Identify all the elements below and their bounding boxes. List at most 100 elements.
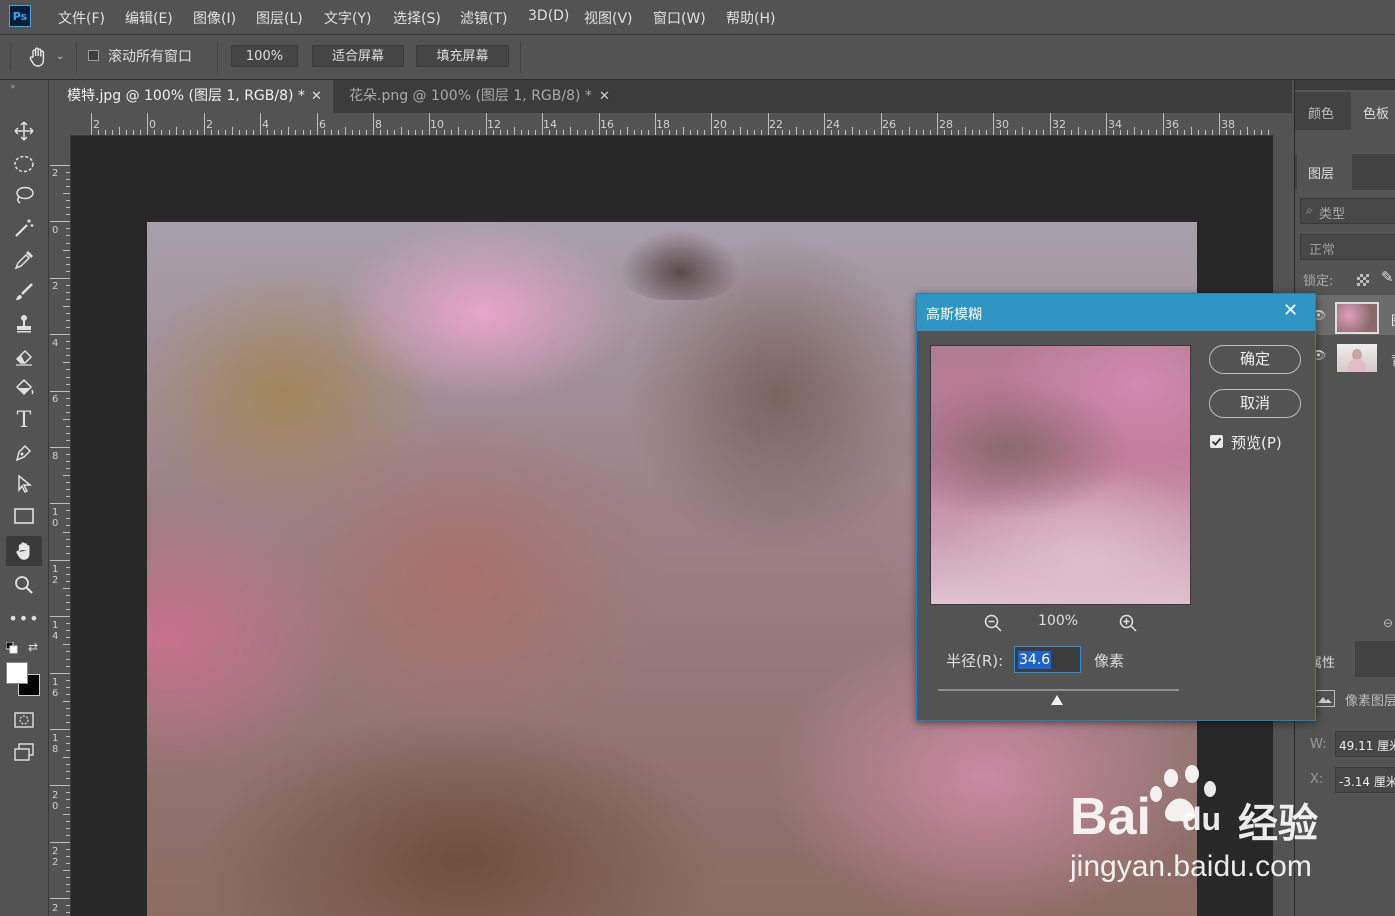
ruler-label: 0 [52, 225, 59, 236]
menu-view[interactable]: 视图(V) [584, 8, 633, 28]
close-icon[interactable]: ✕ [1283, 300, 1298, 321]
jingyan-text: 经验 [1238, 801, 1318, 847]
zoom-in-icon[interactable] [1118, 613, 1138, 633]
fill-screen-button[interactable]: 填充屏幕 [416, 45, 509, 67]
menu-3d[interactable]: 3D(D) [528, 8, 569, 24]
divider [520, 41, 521, 73]
magic-wand-tool-icon[interactable] [10, 214, 38, 242]
clone-stamp-tool-icon[interactable] [10, 310, 38, 338]
ruler-label: 6 [319, 118, 326, 131]
ruler-label: 38 [1221, 118, 1235, 131]
menu-image[interactable]: 图像(I) [193, 8, 236, 28]
ruler-label: 10 [430, 118, 444, 131]
layer-1-name: 图 [1391, 310, 1395, 329]
menu-filter[interactable]: 滤镜(T) [460, 8, 507, 28]
ruler-label: 2 [206, 118, 213, 131]
rectangle-tool-icon[interactable] [10, 502, 38, 530]
ruler-label: 0 [149, 118, 156, 131]
radius-unit: 像素 [1094, 652, 1125, 670]
horizontal-ruler[interactable]: 2 0 2 4 6 8 10 12 14 16 18 20 22 24 26 2… [70, 113, 1274, 136]
options-grip [0, 43, 11, 71]
vertical-ruler[interactable]: 2 0 2 4 6 8 1 0 1 2 1 4 1 6 1 8 2 0 2 2 … [50, 135, 71, 916]
chevron-down-icon[interactable]: ⌄ [56, 51, 64, 62]
fit-screen-button[interactable]: 适合屏幕 [312, 45, 404, 67]
radius-input[interactable]: 34.6 [1014, 646, 1081, 673]
pixel-layer-label: 像素图层 [1345, 694, 1395, 709]
brush-tool-icon[interactable] [10, 278, 38, 306]
screen-mode-icon[interactable] [10, 738, 38, 766]
ruler-label: 1 8 [52, 733, 59, 755]
menu-type[interactable]: 文字(Y) [324, 8, 371, 28]
cancel-button[interactable]: 取消 [1209, 389, 1301, 418]
foreground-color-swatch[interactable] [6, 662, 28, 684]
layer-2-name: 背 [1391, 350, 1395, 369]
tab-layers[interactable]: 图层 [1308, 163, 1334, 182]
move-tool-icon[interactable] [10, 117, 38, 145]
lock-paint-icon[interactable]: ✎ [1381, 268, 1394, 286]
quick-mask-icon[interactable] [10, 706, 38, 734]
swap-colors-icon[interactable]: ⇄ [28, 640, 38, 654]
eraser-tool-icon[interactable] [10, 342, 38, 370]
menu-file[interactable]: 文件(F) [58, 8, 105, 28]
menu-help[interactable]: 帮助(H) [726, 8, 775, 28]
preview-checkbox[interactable] [1210, 435, 1223, 448]
blur-preview-window[interactable] [930, 345, 1191, 605]
ruler-label: 4 [52, 338, 59, 349]
close-icon[interactable]: ✕ [311, 80, 322, 113]
elliptical-marquee-tool-icon[interactable] [10, 150, 38, 178]
ruler-label: 8 [52, 451, 59, 462]
ok-button[interactable]: 确定 [1209, 345, 1301, 374]
baidu-wordmark: Bai [1070, 788, 1151, 846]
ruler-label: 34 [1108, 118, 1122, 131]
lock-transparency-icon[interactable] [1357, 274, 1369, 286]
options-bar: ⌄ 滚动所有窗口 100% 适合屏幕 填充屏幕 [0, 35, 1395, 80]
layer-thumbnail-background [1337, 344, 1377, 372]
baidu-du-text: du [1182, 801, 1222, 837]
ruler-label: 26 [882, 118, 896, 131]
link-icon[interactable]: ⊖ [1383, 616, 1393, 630]
divider [76, 41, 77, 73]
ruler-label: 22 [769, 118, 783, 131]
image-hair-detail [620, 230, 740, 300]
zoom-100-button[interactable]: 100% [231, 45, 298, 67]
zoom-out-icon[interactable] [983, 613, 1003, 633]
collapse-panel-icon[interactable]: » [10, 82, 16, 92]
menu-window[interactable]: 窗口(W) [653, 8, 706, 28]
ruler-label: 2 [52, 903, 59, 914]
tab-model-jpg[interactable]: 模特.jpg @ 100% (图层 1, RGB/8) * ✕ [53, 80, 333, 113]
more-tools-icon[interactable]: ••• [8, 604, 38, 632]
paint-bucket-tool-icon[interactable] [10, 374, 38, 402]
eyedropper-tool-icon[interactable] [10, 246, 38, 274]
path-selection-tool-icon[interactable] [10, 470, 38, 498]
width-field[interactable]: 49.11 厘米 [1335, 731, 1395, 757]
dialog-title-bar[interactable]: 高斯模糊 ✕ [917, 294, 1315, 331]
type-tool-icon[interactable]: T [10, 406, 38, 434]
default-colors-icon[interactable] [5, 641, 18, 654]
hand-tool-preset-icon[interactable] [26, 45, 50, 69]
radius-slider-track[interactable] [938, 689, 1179, 691]
lasso-tool-icon[interactable] [10, 182, 38, 210]
ruler-label: 8 [375, 118, 382, 131]
layer-filter-search[interactable]: ⌕ 类型 [1300, 198, 1395, 224]
blend-mode-select[interactable]: 正常 [1300, 234, 1395, 260]
hand-tool-icon[interactable] [6, 536, 42, 566]
ruler-label: 1 2 [52, 564, 59, 586]
radius-slider-thumb[interactable] [1051, 695, 1063, 705]
zoom-tool-icon[interactable] [10, 571, 38, 599]
scroll-all-windows-checkbox[interactable] [88, 50, 99, 61]
tab-swatches[interactable]: 色板 [1363, 103, 1389, 122]
menu-edit[interactable]: 编辑(E) [125, 8, 173, 28]
ruler-label: 2 [52, 168, 59, 179]
panel-dock-header [1295, 80, 1395, 90]
document-tabs: 模特.jpg @ 100% (图层 1, RGB/8) * ✕ 花朵.png @… [50, 80, 1292, 113]
radius-value: 34.6 [1018, 651, 1052, 669]
blend-mode-value: 正常 [1309, 243, 1336, 258]
menu-select[interactable]: 选择(S) [393, 8, 441, 28]
tab-color[interactable]: 颜色 [1308, 103, 1334, 122]
menu-layer[interactable]: 图层(L) [256, 8, 303, 28]
pen-tool-icon[interactable] [10, 438, 38, 466]
close-icon[interactable]: ✕ [599, 80, 610, 113]
ruler-origin[interactable] [50, 113, 70, 135]
search-icon: ⌕ [1306, 203, 1313, 217]
tab-flower-png[interactable]: 花朵.png @ 100% (图层 1, RGB/8) * ✕ [335, 80, 619, 113]
